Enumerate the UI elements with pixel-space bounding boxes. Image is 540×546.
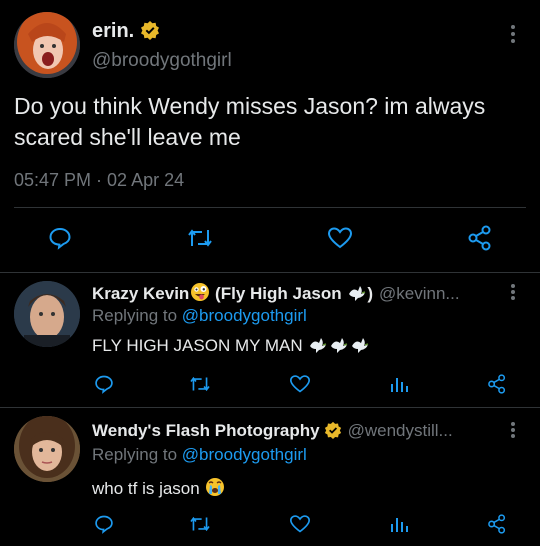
tweet-text: Do you think Wendy misses Jason? im alwa… bbox=[14, 93, 486, 150]
more-options-icon[interactable] bbox=[510, 24, 516, 44]
display-name-suffix[interactable]: (Fly High Jason bbox=[210, 284, 346, 303]
display-name-text[interactable]: erin. bbox=[92, 20, 134, 42]
divider bbox=[0, 407, 540, 408]
retweet-icon[interactable] bbox=[188, 513, 212, 535]
replying-prefix: Replying to bbox=[92, 445, 178, 464]
display-name[interactable]: erin. bbox=[92, 20, 160, 43]
display-name-end[interactable]: ) bbox=[367, 284, 373, 303]
like-icon[interactable] bbox=[288, 513, 312, 535]
display-name[interactable]: Krazy Kevin (Fly High Jason ) @kevinn... bbox=[92, 282, 460, 307]
avatar[interactable] bbox=[14, 416, 80, 482]
avatar[interactable] bbox=[14, 12, 80, 78]
views-icon[interactable] bbox=[388, 373, 410, 395]
like-icon[interactable] bbox=[326, 224, 354, 252]
replying-to: Replying to @broodygothgirl bbox=[92, 306, 307, 326]
replying-prefix: Replying to bbox=[92, 306, 178, 325]
timestamp[interactable]: 05:47 PM · 02 Apr 24 bbox=[14, 170, 184, 191]
retweet-icon[interactable] bbox=[188, 373, 212, 395]
replying-to: Replying to @broodygothgirl bbox=[92, 445, 307, 465]
tweet-text: FLY HIGH JASON MY MAN bbox=[92, 336, 370, 359]
more-options-icon[interactable] bbox=[510, 421, 516, 441]
share-icon[interactable] bbox=[486, 513, 508, 535]
verified-badge-icon bbox=[324, 421, 342, 439]
dove-icon bbox=[329, 336, 349, 359]
share-icon[interactable] bbox=[466, 224, 494, 252]
crying-face-icon bbox=[205, 477, 225, 502]
like-icon[interactable] bbox=[288, 373, 312, 395]
display-name[interactable]: Wendy's Flash Photography @wendystill... bbox=[92, 421, 453, 441]
avatar[interactable] bbox=[14, 281, 80, 347]
main-tweet: erin. @broodygothgirl Do you think Wendy… bbox=[0, 0, 540, 272]
handle[interactable]: @wendystill... bbox=[348, 421, 453, 440]
tweet-text: who tf is jason bbox=[92, 477, 225, 502]
share-icon[interactable] bbox=[486, 373, 508, 395]
dove-icon bbox=[308, 336, 328, 359]
divider bbox=[14, 207, 526, 208]
divider bbox=[0, 272, 540, 273]
replying-to-link[interactable]: @broodygothgirl bbox=[182, 306, 307, 325]
views-icon[interactable] bbox=[388, 513, 410, 535]
display-name-text[interactable]: Krazy Kevin bbox=[92, 284, 189, 303]
display-name-text[interactable]: Wendy's Flash Photography bbox=[92, 421, 320, 440]
replying-to-link[interactable]: @broodygothgirl bbox=[182, 445, 307, 464]
zany-face-icon bbox=[190, 282, 210, 307]
dove-icon bbox=[350, 336, 370, 359]
handle[interactable]: @kevinn... bbox=[379, 284, 460, 303]
verified-badge-icon bbox=[140, 20, 160, 40]
dove-icon bbox=[347, 284, 367, 307]
tweet-text-content: FLY HIGH JASON MY MAN bbox=[92, 336, 308, 355]
more-options-icon[interactable] bbox=[510, 283, 516, 303]
reply-icon[interactable] bbox=[93, 373, 115, 395]
handle[interactable]: @broodygothgirl bbox=[92, 50, 232, 72]
reply-icon[interactable] bbox=[93, 513, 115, 535]
reply-icon[interactable] bbox=[46, 224, 74, 252]
tweet-text-content: who tf is jason bbox=[92, 479, 205, 498]
retweet-icon[interactable] bbox=[185, 224, 215, 252]
